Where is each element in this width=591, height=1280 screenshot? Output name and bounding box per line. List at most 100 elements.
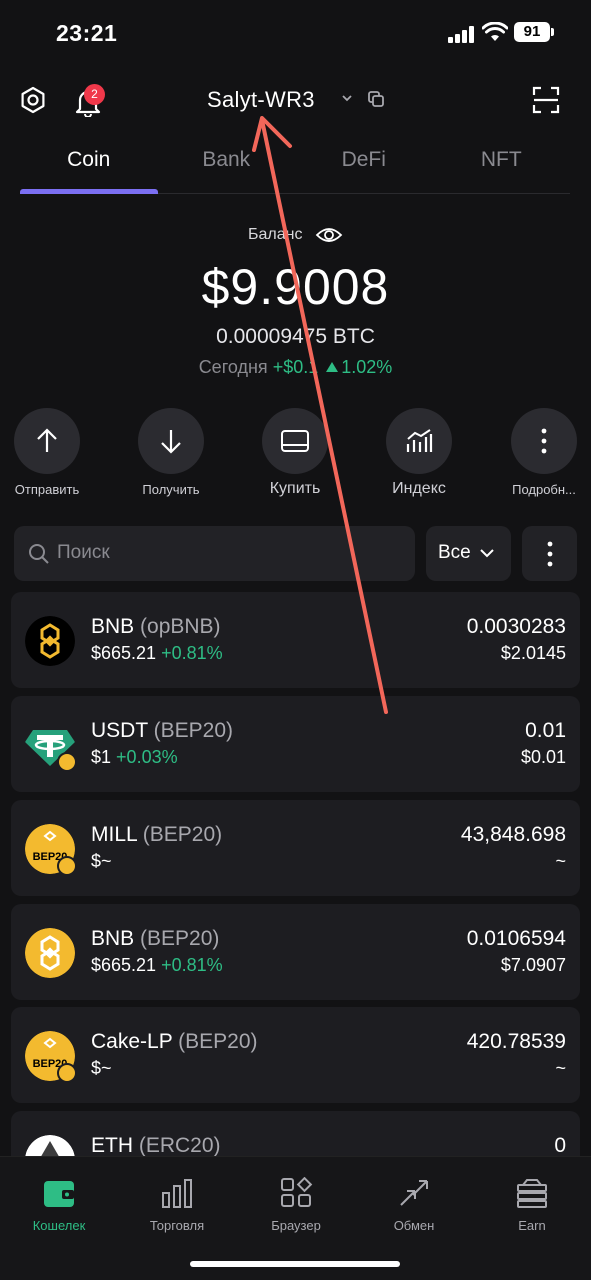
buy-label: Купить <box>269 480 321 497</box>
apps-icon <box>281 1176 313 1207</box>
token-name: ETH (ERC20) <box>91 1134 221 1157</box>
filter-dropdown[interactable]: Все <box>426 526 511 581</box>
token-name: BNB (BEP20) <box>91 927 220 950</box>
token-price: $1 +0.03% <box>91 747 178 767</box>
send-label: Отправить <box>14 482 80 497</box>
balance-label-row: Баланс <box>0 226 591 244</box>
status-bar: 23:21 91 <box>0 0 591 66</box>
bsc-chain-badge <box>57 856 77 876</box>
token-amount: 0.0106594 <box>466 927 566 950</box>
receive-label: Получить <box>142 482 200 497</box>
chart-icon <box>406 429 433 452</box>
token-price: $~ <box>91 1058 112 1078</box>
today-percent: 1.02% <box>341 357 393 377</box>
today-change: +$0.1 <box>272 357 319 377</box>
bars-icon <box>162 1179 192 1208</box>
bnb-icon <box>25 616 75 666</box>
nav-swap-label: Обмен <box>393 1218 435 1233</box>
bnb-icon <box>25 928 75 978</box>
nav-browser-label: Браузер <box>271 1218 321 1233</box>
scan-button[interactable] <box>526 80 566 120</box>
nav-trade-label: Торговля <box>149 1218 205 1233</box>
card-icon <box>281 430 309 452</box>
tab-bank[interactable]: Bank <box>158 140 296 193</box>
balance-label: Баланс <box>248 226 303 244</box>
cellular-signal-icon <box>448 25 474 43</box>
notification-badge: 2 <box>84 84 105 105</box>
buy-button[interactable]: Купить <box>240 408 350 498</box>
token-row[interactable]: BNB (opBNB) $665.21 +0.81% 0.0030283 $2.… <box>11 592 580 688</box>
balance-today: Сегодня +$0.1 1.02% <box>0 357 591 378</box>
wallet-icon <box>44 1181 74 1207</box>
token-value: ~ <box>555 851 566 871</box>
scan-icon <box>532 86 560 114</box>
token-row[interactable]: BEP20 MILL (BEP20) $~ 43,848.698 ~ <box>11 800 580 896</box>
bsc-chain-badge <box>57 1063 77 1083</box>
tab-defi[interactable]: DeFi <box>295 140 433 193</box>
token-amount: 420.78539 <box>466 1030 566 1053</box>
index-button[interactable]: Индекс <box>364 408 474 498</box>
today-label: Сегодня <box>198 357 268 377</box>
search-input[interactable]: Поиск <box>14 526 415 581</box>
token-row[interactable]: USDT (BEP20) $1 +0.03% 0.01 $0.01 <box>11 696 580 792</box>
arrow-up-icon <box>37 428 57 452</box>
token-value: $0.01 <box>520 747 566 767</box>
more-vertical-icon <box>547 541 552 566</box>
hexagon-gear-icon <box>21 86 45 114</box>
chevron-down-icon <box>480 549 494 558</box>
filter-label: Все <box>438 542 471 563</box>
nav-trade[interactable]: Торговля <box>118 1177 236 1233</box>
bsc-chain-badge <box>57 752 77 772</box>
token-amount: 0.0030283 <box>466 615 566 638</box>
settings-button[interactable] <box>13 80 53 120</box>
earn-icon <box>517 1179 547 1208</box>
token-price: $~ <box>91 851 112 871</box>
receive-button[interactable]: Получить <box>116 408 226 497</box>
token-price: $665.21 +0.81% <box>91 643 223 663</box>
balance-amount: $9.9008 <box>201 259 390 315</box>
token-name: USDT (BEP20) <box>91 719 234 742</box>
action-buttons: Отправить Получить Купить Индекс Подробн… <box>0 408 591 503</box>
index-label: Индекс <box>392 480 446 497</box>
nav-swap[interactable]: Обмен <box>355 1177 473 1233</box>
token-value: $7.0907 <box>500 955 566 975</box>
arrow-down-icon <box>161 430 181 454</box>
home-indicator <box>190 1261 400 1267</box>
token-value: $2.0145 <box>500 643 566 663</box>
wallet-name[interactable]: Salyt-WR3 <box>207 87 315 113</box>
token-amount: 0 <box>554 1134 566 1157</box>
eye-icon[interactable] <box>315 226 343 244</box>
token-amount: 43,848.698 <box>460 823 566 846</box>
nav-earn[interactable]: Earn <box>473 1177 591 1233</box>
chevron-down-icon[interactable] <box>340 91 354 105</box>
token-row[interactable]: BNB (BEP20) $665.21 +0.81% 0.0106594 $7.… <box>11 904 580 1000</box>
send-button[interactable]: Отправить <box>0 408 102 497</box>
token-name: BNB (opBNB) <box>91 615 221 638</box>
more-vertical-icon <box>541 428 547 454</box>
search-icon <box>29 544 49 564</box>
tab-nft[interactable]: NFT <box>433 140 571 193</box>
search-placeholder: Поиск <box>57 542 110 563</box>
battery-indicator: 91 <box>514 22 554 42</box>
asset-tabs: Coin Bank DeFi NFT <box>20 140 570 194</box>
status-time: 23:21 <box>56 20 118 46</box>
token-name: MILL (BEP20) <box>91 823 223 846</box>
swap-icon <box>400 1180 428 1206</box>
copy-icon[interactable] <box>366 89 386 109</box>
up-triangle-icon <box>326 362 339 373</box>
nav-wallet[interactable]: Кошелек <box>0 1177 118 1233</box>
token-amount: 0.01 <box>525 719 566 742</box>
token-value: ~ <box>555 1058 566 1078</box>
more-actions-button[interactable]: Подробн... <box>489 408 591 497</box>
nav-browser[interactable]: Браузер <box>237 1176 355 1233</box>
tab-coin[interactable]: Coin <box>20 140 158 194</box>
wifi-icon <box>482 22 508 41</box>
balance-btc: 0.00009475 BTC <box>216 325 375 348</box>
list-options-button[interactable] <box>522 526 577 581</box>
token-name: Cake-LP (BEP20) <box>91 1030 258 1053</box>
token-row[interactable]: BEP20 Cake-LP (BEP20) $~ 420.78539 ~ <box>11 1007 580 1103</box>
more-actions-label: Подробн... <box>512 482 576 497</box>
nav-earn-label: Earn <box>518 1218 546 1233</box>
nav-wallet-label: Кошелек <box>32 1218 86 1233</box>
token-price: $665.21 +0.81% <box>91 955 223 975</box>
